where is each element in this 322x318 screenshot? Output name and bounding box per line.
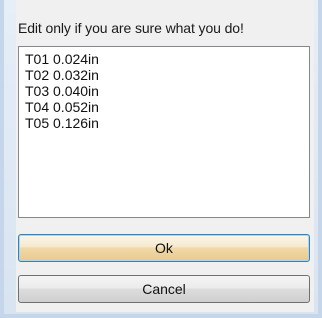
warning-caption: Edit only if you are sure what you do! bbox=[18, 20, 244, 36]
textarea-line: T05 0.126in bbox=[25, 115, 99, 131]
tool-list-textarea[interactable]: T01 0.024in T02 0.032in T03 0.040in T04 … bbox=[18, 46, 310, 218]
textarea-line: T01 0.024in bbox=[25, 51, 99, 67]
cancel-button[interactable]: Cancel bbox=[18, 275, 310, 303]
dialog-window: Edit only if you are sure what you do! T… bbox=[0, 0, 322, 318]
dialog-panel: Edit only if you are sure what you do! T… bbox=[16, 0, 314, 312]
ok-button[interactable]: Ok bbox=[18, 234, 310, 262]
textarea-line: T02 0.032in bbox=[25, 67, 99, 83]
textarea-line: T03 0.040in bbox=[25, 83, 99, 99]
textarea-line: T04 0.052in bbox=[25, 99, 99, 115]
